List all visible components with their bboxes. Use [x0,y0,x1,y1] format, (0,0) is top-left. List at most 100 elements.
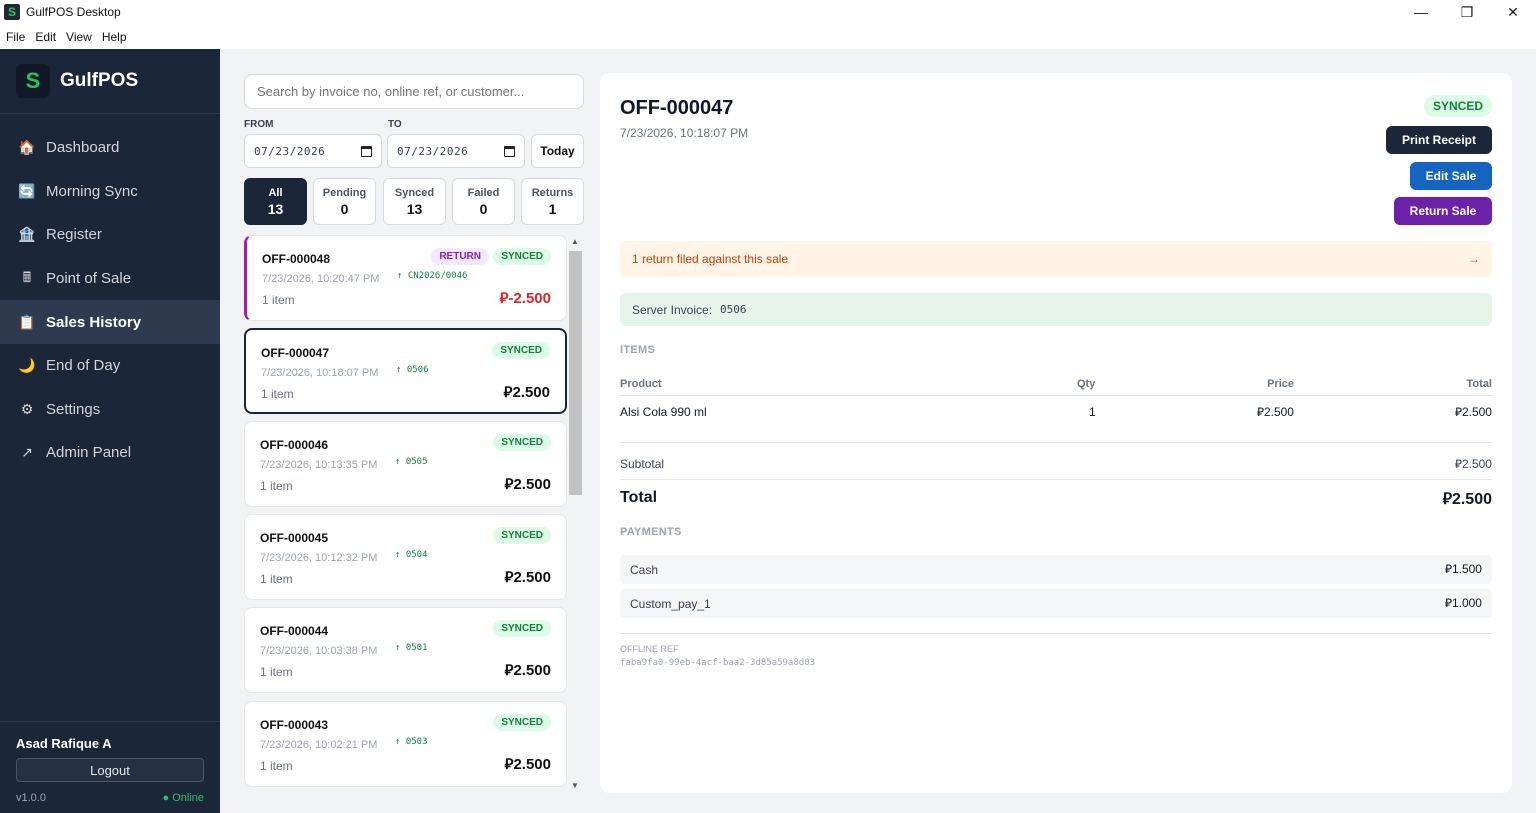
sale-invoice: OFF-000044 [260,624,329,638]
sidebar-item-admin-panel[interactable]: ↗ Admin Panel [0,431,220,475]
tab-label: Synced [394,186,435,199]
search-input[interactable] [244,74,584,109]
sale-items: 1 item [260,665,293,679]
sale-card[interactable]: OFF-000043 SYNCED 7/23/2026, 10:02:21 PM… [244,701,567,787]
sale-amount: ⃁2.500 [504,662,551,679]
payment-row: Custom_pay_1 ⃁1.000 [620,589,1492,618]
sidebar-item-label: Sales History [46,313,142,331]
sidebar-item-label: End of Day [46,357,121,375]
house-icon: 🏠 [18,139,36,156]
line-price: ⃁2.500 [1256,405,1294,419]
logout-button[interactable]: Logout [16,758,204,782]
tab-all[interactable]: All 13 [244,178,307,225]
menu-view[interactable]: View [66,30,92,44]
return-alert[interactable]: 1 return filed against this sale → [620,241,1492,277]
tab-count: 0 [479,200,488,217]
close-icon[interactable]: ✕ [1490,0,1536,24]
total-label: Total [620,489,658,506]
payment-amount: ⃁1.500 [1444,562,1482,576]
edit-sale-button[interactable]: Edit Sale [1410,162,1492,190]
scroll-thumb[interactable] [569,251,582,495]
sale-card[interactable]: OFF-000045 SYNCED 7/23/2026, 10:12:32 PM… [244,514,567,600]
tab-label: Failed [467,186,500,199]
menu-edit[interactable]: Edit [35,30,56,44]
sidebar-item-settings[interactable]: ⚙ Settings [0,388,220,432]
today-button[interactable]: Today [531,134,584,168]
return-badge: RETURN [431,248,489,265]
from-label: FROM [244,119,274,130]
print-receipt-button[interactable]: Print Receipt [1386,126,1492,154]
sidebar-footer: Asad Rafique A Logout v1.0.0 ● Online [0,721,220,813]
status-badge: SYNCED [493,248,551,265]
sidebar-item-point-of-sale[interactable]: 🖩 Point of Sale [0,257,220,301]
sidebar-item-label: Dashboard [46,139,120,157]
app-icon: S [4,4,20,20]
payments-heading: PAYMENTS [620,526,682,538]
tab-count: 0 [340,200,349,217]
sale-ref: ↑ 0501 [395,643,428,653]
from-date-input[interactable]: 07/23/2026 [244,134,382,168]
payment-row: Cash ⃁1.500 [620,555,1492,584]
tab-count: 13 [406,200,423,217]
menu-help[interactable]: Help [102,30,127,44]
maximize-icon[interactable]: ❐ [1444,0,1490,24]
to-label: TO [388,119,402,130]
window-controls: — ❐ ✕ [1398,0,1536,24]
payment-method: Custom_pay_1 [630,596,711,611]
offline-ref-value: faba9fa0-99eb-4acf-baa2-3d85a59a8d03 [620,658,816,668]
list-scrollbar[interactable]: ▲ ▼ [569,237,582,790]
sidebar-item-sales-history[interactable]: 📋 Sales History [0,300,220,344]
sale-amount: ⃁-2.500 [499,290,551,307]
tab-synced[interactable]: Synced 13 [383,178,446,225]
sale-amount: ⃁2.500 [504,756,551,773]
sale-card[interactable]: OFF-000044 SYNCED 7/23/2026, 10:03:38 PM… [244,607,567,693]
sidebar-item-label: Point of Sale [46,270,132,288]
sale-items: 1 item [262,293,295,307]
tab-returns[interactable]: Returns 1 [521,178,584,225]
line-product: Alsi Cola 990 ml [620,405,707,419]
divider [620,395,1492,396]
calendar-icon[interactable] [361,146,372,157]
register-icon: 🏦 [18,226,36,243]
sale-ref: ↑ 0506 [396,365,429,375]
sale-invoice: OFF-000048 [262,252,331,266]
col-price: Price [1267,378,1294,390]
gear-icon: ⚙ [20,400,34,417]
menu-file[interactable]: File [6,30,25,44]
sale-invoice: OFF-000047 [261,346,330,360]
sidebar-item-label: Morning Sync [46,182,138,200]
sale-datetime: 7/23/2026, 10:12:32 PM [260,552,378,564]
sale-ref: ↑ 0503 [395,737,428,747]
minimize-icon[interactable]: — [1398,0,1444,24]
status-badge: SYNCED [1423,95,1492,117]
server-invoice-label: Server Invoice: [632,302,713,317]
sale-datetime: 7/23/2026, 10:03:38 PM [260,645,378,657]
scroll-down-icon[interactable]: ▼ [571,781,579,790]
return-alert-text: 1 return filed against this sale [632,252,789,266]
sale-card[interactable]: OFF-000046 SYNCED 7/23/2026, 10:13:35 PM… [244,421,567,507]
sidebar-item-register[interactable]: 🏦 Register [0,213,220,257]
sale-invoice: OFF-000045 [260,531,329,545]
sale-card[interactable]: OFF-000047 SYNCED 7/23/2026, 10:18:07 PM… [244,328,567,414]
sale-invoice: OFF-000043 [260,718,329,732]
sale-invoice: OFF-000046 [260,438,329,452]
sidebar-item-end-of-day[interactable]: 🌙 End of Day [0,344,220,388]
sale-card[interactable]: OFF-000048 RETURN SYNCED 7/23/2026, 10:2… [244,235,567,321]
sale-items: 1 item [260,479,293,493]
sidebar-nav: 🏠 Dashboard 🔄 Morning Sync 🏦 Register 🖩 … [0,126,220,475]
to-date-input[interactable]: 07/23/2026 [387,134,525,168]
sidebar-item-label: Settings [46,400,101,418]
brand-logo-icon: S [16,64,50,98]
tab-failed[interactable]: Failed 0 [452,178,515,225]
from-date-value: 07/23/2026 [254,144,326,158]
sidebar-item-morning-sync[interactable]: 🔄 Morning Sync [0,170,220,214]
return-sale-button[interactable]: Return Sale [1394,197,1492,225]
divider [620,479,1492,480]
to-date-value: 07/23/2026 [397,144,469,158]
sidebar-item-dashboard[interactable]: 🏠 Dashboard [0,126,220,170]
col-total: Total [1466,378,1492,390]
tab-pending[interactable]: Pending 0 [313,178,376,225]
title-bar: S GulfPOS Desktop — ❐ ✕ [0,0,1536,24]
scroll-up-icon[interactable]: ▲ [571,237,579,246]
calendar-icon[interactable] [504,146,515,157]
